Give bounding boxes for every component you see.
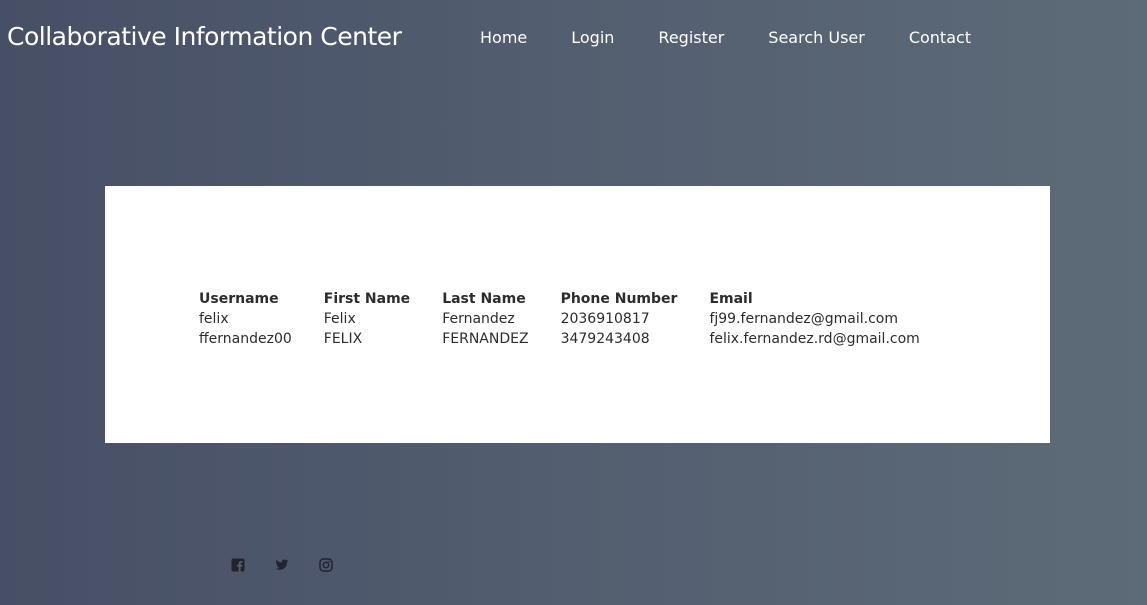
column-header-phone-number: Phone Number <box>560 291 678 307</box>
site-title: Collaborative Information Center <box>7 22 402 51</box>
cell-last-name: Fernandez <box>442 311 515 327</box>
nav-search-user-link[interactable]: Search User <box>768 28 865 47</box>
users-table: Username First Name Last Name Phone Numb… <box>197 289 950 349</box>
column-header-username: Username <box>199 291 279 307</box>
nav-register-link[interactable]: Register <box>658 28 724 47</box>
twitter-icon[interactable] <box>275 557 289 571</box>
table-row: felix Felix Fernandez 2036910817 fj99.fe… <box>197 309 950 329</box>
column-header-first-name: First Name <box>323 291 411 307</box>
cell-last-name: FERNANDEZ <box>442 331 529 347</box>
instagram-icon[interactable] <box>319 557 333 572</box>
social-links <box>231 557 333 572</box>
facebook-icon[interactable] <box>231 557 245 572</box>
nav-home-link[interactable]: Home <box>480 28 527 47</box>
main-nav: Home Login Register Search User Contact <box>480 28 1015 47</box>
cell-email: fj99.fernandez@gmail.com <box>709 311 898 327</box>
nav-login-link[interactable]: Login <box>571 28 614 47</box>
cell-username: felix <box>199 311 229 327</box>
cell-phone-number: 3479243408 <box>560 331 650 347</box>
column-header-email: Email <box>709 291 753 307</box>
table-row: ffernandez00 FELIX FERNANDEZ 3479243408 … <box>197 329 950 349</box>
nav-contact-link[interactable]: Contact <box>909 28 971 47</box>
cell-username: ffernandez00 <box>199 331 292 347</box>
cell-phone-number: 2036910817 <box>560 311 650 327</box>
cell-first-name: Felix <box>323 311 356 327</box>
table-header-row: Username First Name Last Name Phone Numb… <box>197 289 950 309</box>
cell-email: felix.fernandez.rd@gmail.com <box>709 331 920 347</box>
cell-first-name: FELIX <box>323 331 363 347</box>
results-panel: Username First Name Last Name Phone Numb… <box>105 186 1050 443</box>
column-header-last-name: Last Name <box>442 291 526 307</box>
